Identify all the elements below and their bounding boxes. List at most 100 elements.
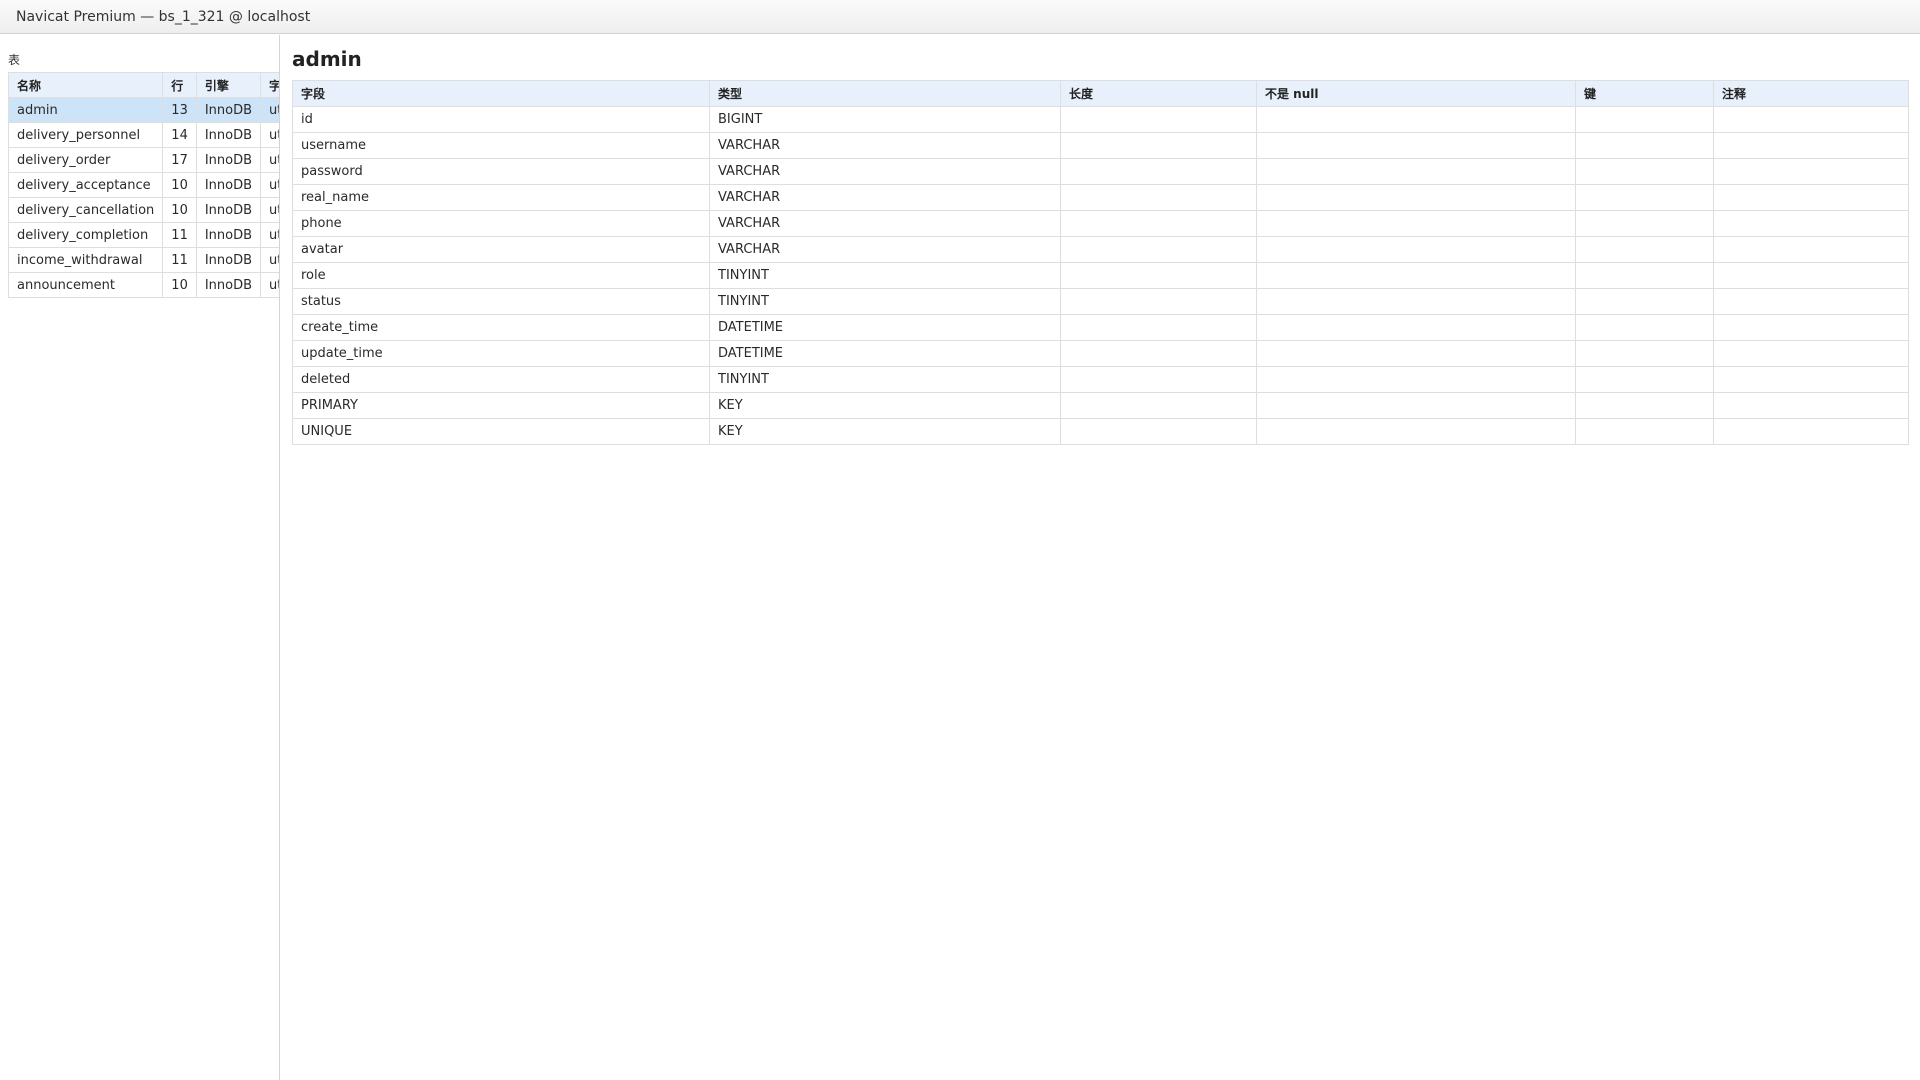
field-row[interactable]: password VARCHAR: [292, 158, 1909, 185]
field-type-cell: VARCHAR: [709, 158, 1061, 185]
field-length-cell: [1060, 392, 1257, 419]
field-name-cell: avatar: [292, 236, 710, 263]
field-comment-cell: [1713, 132, 1909, 159]
field-not-null-cell: [1256, 314, 1576, 341]
table-row[interactable]: income_withdrawal11InnoDButf8mb4: [7, 247, 279, 273]
field-row[interactable]: phone VARCHAR: [292, 210, 1909, 237]
field-comment-cell: [1713, 184, 1909, 211]
table-row[interactable]: delivery_acceptance10InnoDButf8mb4: [7, 172, 279, 198]
tables-sidebar: 表 名称 行 引擎 字符集 admin13InnoDButf8mb4delive…: [0, 35, 280, 1080]
table-charset-cell: utf8mb4: [260, 197, 279, 223]
column-header-not-null[interactable]: 不是 null: [1256, 80, 1576, 107]
field-key-cell: [1575, 392, 1714, 419]
field-length-cell: [1060, 288, 1257, 315]
table-engine-cell: InnoDB: [195, 147, 262, 173]
field-comment-cell: [1713, 392, 1909, 419]
field-type-cell: TINYINT: [709, 366, 1061, 393]
field-row[interactable]: role TINYINT: [292, 262, 1909, 289]
field-length-cell: [1060, 262, 1257, 289]
field-comment-cell: [1713, 340, 1909, 367]
column-header-comment[interactable]: 注释: [1713, 80, 1909, 107]
table-rows-cell: 10: [162, 272, 197, 298]
field-row[interactable]: avatar VARCHAR: [292, 236, 1909, 263]
page-title: admin: [292, 47, 362, 71]
field-row[interactable]: id BIGINT: [292, 106, 1909, 133]
field-key-cell: [1575, 314, 1714, 341]
field-comment-cell: [1713, 366, 1909, 393]
field-row[interactable]: create_time DATETIME: [292, 314, 1909, 341]
field-not-null-cell: [1256, 288, 1576, 315]
field-row[interactable]: deleted TINYINT: [292, 366, 1909, 393]
field-key-cell: [1575, 184, 1714, 211]
field-type-cell: BIGINT: [709, 106, 1061, 133]
table-row[interactable]: announcement10InnoDButf8mb4: [7, 272, 279, 298]
field-type-cell: DATETIME: [709, 314, 1061, 341]
field-length-cell: [1060, 340, 1257, 367]
column-header-field[interactable]: 字段: [292, 80, 710, 107]
field-comment-cell: [1713, 314, 1909, 341]
field-type-cell: TINYINT: [709, 288, 1061, 315]
field-name-cell: UNIQUE: [292, 418, 710, 445]
table-charset-cell: utf8mb4: [260, 222, 279, 248]
field-row[interactable]: PRIMARY KEY: [292, 392, 1909, 419]
field-comment-cell: [1713, 210, 1909, 237]
field-length-cell: [1060, 418, 1257, 445]
table-row[interactable]: admin13InnoDButf8mb4: [7, 97, 279, 123]
table-charset-cell: utf8mb4: [260, 97, 279, 123]
field-not-null-cell: [1256, 132, 1576, 159]
field-type-cell: KEY: [709, 418, 1061, 445]
table-row[interactable]: delivery_order17InnoDButf8mb4: [7, 147, 279, 173]
table-name-cell: delivery_cancellation: [7, 197, 164, 223]
column-header-engine[interactable]: 引擎: [195, 72, 262, 98]
table-name-cell: delivery_personnel: [7, 122, 164, 148]
field-name-cell: real_name: [292, 184, 710, 211]
table-rows-cell: 14: [162, 122, 197, 148]
field-type-cell: VARCHAR: [709, 236, 1061, 263]
field-key-cell: [1575, 236, 1714, 263]
table-rows-cell: 11: [162, 222, 197, 248]
field-row[interactable]: update_time DATETIME: [292, 340, 1909, 367]
field-type-cell: TINYINT: [709, 262, 1061, 289]
table-engine-cell: InnoDB: [195, 272, 262, 298]
table-rows-cell: 13: [162, 97, 197, 123]
column-header-length[interactable]: 长度: [1060, 80, 1257, 107]
field-length-cell: [1060, 184, 1257, 211]
field-comment-cell: [1713, 262, 1909, 289]
tables-list-header: 名称 行 引擎 字符集: [7, 72, 279, 98]
column-header-charset[interactable]: 字符集: [260, 72, 279, 98]
field-length-cell: [1060, 236, 1257, 263]
field-comment-cell: [1713, 158, 1909, 185]
field-name-cell: status: [292, 288, 710, 315]
field-not-null-cell: [1256, 262, 1576, 289]
field-not-null-cell: [1256, 158, 1576, 185]
field-row[interactable]: UNIQUE KEY: [292, 418, 1909, 445]
column-header-type[interactable]: 类型: [709, 80, 1061, 107]
table-charset-cell: utf8mb4: [260, 247, 279, 273]
table-engine-cell: InnoDB: [195, 122, 262, 148]
field-name-cell: username: [292, 132, 710, 159]
table-charset-cell: utf8mb4: [260, 147, 279, 173]
table-row[interactable]: delivery_completion11InnoDButf8mb4: [7, 222, 279, 248]
table-engine-cell: InnoDB: [195, 97, 262, 123]
table-row[interactable]: delivery_cancellation10InnoDButf8mb4: [7, 197, 279, 223]
table-name-cell: admin: [7, 97, 164, 123]
field-row[interactable]: username VARCHAR: [292, 132, 1909, 159]
field-comment-cell: [1713, 236, 1909, 263]
column-header-name[interactable]: 名称: [7, 72, 164, 98]
field-name-cell: create_time: [292, 314, 710, 341]
field-length-cell: [1060, 132, 1257, 159]
field-length-cell: [1060, 366, 1257, 393]
tables-list: 名称 行 引擎 字符集 admin13InnoDButf8mb4delivery…: [7, 72, 279, 298]
field-row[interactable]: real_name VARCHAR: [292, 184, 1909, 211]
table-rows-cell: 17: [162, 147, 197, 173]
column-header-rows[interactable]: 行: [162, 72, 197, 98]
field-name-cell: update_time: [292, 340, 710, 367]
field-key-cell: [1575, 418, 1714, 445]
field-key-cell: [1575, 106, 1714, 133]
field-not-null-cell: [1256, 210, 1576, 237]
field-name-cell: password: [292, 158, 710, 185]
field-row[interactable]: status TINYINT: [292, 288, 1909, 315]
table-name-cell: announcement: [7, 272, 164, 298]
column-header-key[interactable]: 键: [1575, 80, 1714, 107]
table-row[interactable]: delivery_personnel14InnoDButf8mb4: [7, 122, 279, 148]
